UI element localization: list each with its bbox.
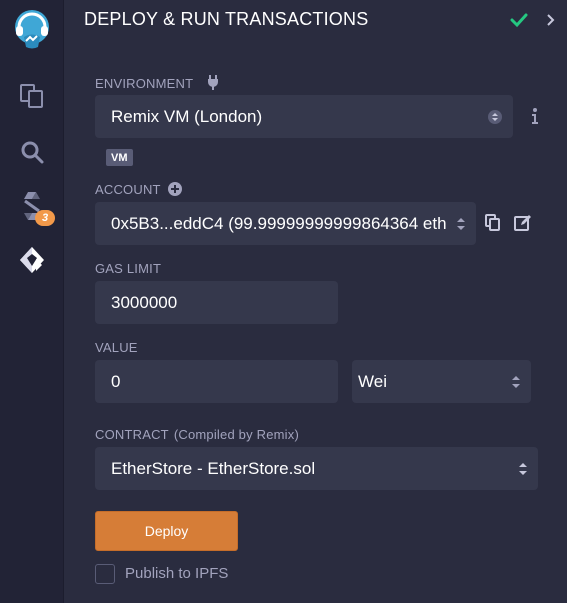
value-unit-select[interactable]: Wei <box>352 360 531 403</box>
copy-icon[interactable] <box>485 214 501 232</box>
contract-label: CONTRACT (Compiled by Remix) <box>95 427 299 442</box>
account-label: ACCOUNT <box>95 182 183 197</box>
select-arrows-icon <box>488 109 502 124</box>
contract-sublabel: (Compiled by Remix) <box>173 427 299 442</box>
compiler-notification-badge: 3 <box>35 210 55 226</box>
contract-value: EtherStore - EtherStore.sol <box>111 458 316 478</box>
search-icon[interactable] <box>0 128 64 176</box>
contract-select[interactable]: EtherStore - EtherStore.sol <box>95 447 538 490</box>
page-title: DEPLOY & RUN TRANSACTIONS <box>84 9 369 29</box>
file-explorer-icon[interactable] <box>0 72 64 120</box>
account-value: 0x5B3...eddC4 (99.99999999999864364 ethe… <box>111 213 446 233</box>
chevron-right-icon[interactable] <box>545 12 557 28</box>
deploy-run-icon[interactable] <box>0 236 64 284</box>
plug-icon[interactable] <box>205 74 221 90</box>
publish-ipfs-label[interactable]: Publish to IPFS <box>125 565 228 582</box>
environment-label: ENVIRONMENT <box>95 74 221 91</box>
select-arrows-icon <box>519 462 527 475</box>
edit-icon[interactable] <box>514 214 532 232</box>
info-icon[interactable] <box>530 107 540 125</box>
deploy-button[interactable]: Deploy <box>95 511 238 551</box>
account-select[interactable]: 0x5B3...eddC4 (99.99999999999864364 ethe… <box>95 202 476 245</box>
select-arrows-icon <box>512 375 520 388</box>
icon-panel: 3 <box>0 0 64 603</box>
gas-limit-label: GAS LIMIT <box>95 261 162 276</box>
plus-circle-icon[interactable] <box>168 182 183 196</box>
environment-label-text: ENVIRONMENT <box>95 76 194 91</box>
value-input[interactable]: 0 <box>95 360 338 403</box>
select-arrows-icon <box>457 217 465 230</box>
publish-ipfs-checkbox[interactable] <box>95 564 115 584</box>
remix-logo-icon[interactable] <box>0 6 64 54</box>
environment-select[interactable]: Remix VM (London) <box>95 95 513 138</box>
contract-label-text: CONTRACT <box>95 427 169 442</box>
value-unit: Wei <box>358 371 387 391</box>
account-label-text: ACCOUNT <box>95 182 161 197</box>
gas-limit-input[interactable]: 3000000 <box>95 281 338 324</box>
deploy-panel: DEPLOY & RUN TRANSACTIONS ENVIRONMENT Re… <box>65 0 567 603</box>
solidity-compiler-icon[interactable] <box>0 182 64 230</box>
vm-badge: VM <box>106 149 133 166</box>
environment-value: Remix VM (London) <box>111 106 263 126</box>
check-icon <box>510 13 528 28</box>
value-label: VALUE <box>95 340 138 355</box>
